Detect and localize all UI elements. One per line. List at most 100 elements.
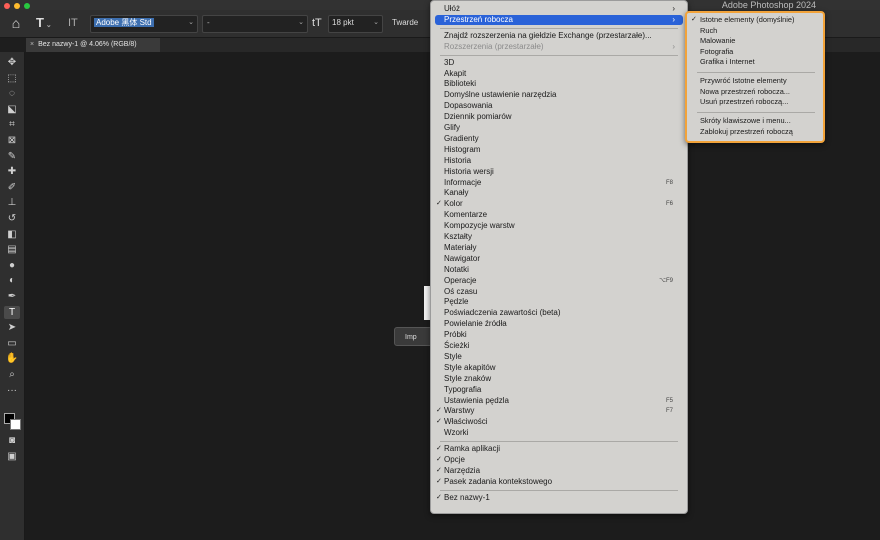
font-size-select[interactable]: 18 pkt ⌄ [328,15,383,33]
path-select-tool-icon[interactable]: ➤ [4,321,20,334]
healing-brush-tool-icon[interactable]: ✚ [4,165,20,178]
workspace-item-usun-przestrzen-robocza[interactable]: Usuń przestrzeń roboczą... [690,97,820,108]
brush-tool-icon[interactable]: ✐ [4,181,20,194]
rectangle-tool-icon[interactable]: ▭ [4,337,20,350]
gradient-tool-icon[interactable]: ▤ [4,243,20,256]
menu-item-nawigator[interactable]: Nawigator [435,254,683,265]
menu-item-pasek-zadania-kontekstowego[interactable]: ✓ Pasek zadania kontekstowego [435,477,683,488]
menu-item-bez-nazwy-1[interactable]: ✓ Bez nazwy-1 [435,493,683,504]
frame-tool-icon[interactable]: ⊠ [4,134,20,147]
menu-item-gradienty[interactable]: Gradienty [435,134,683,145]
minimize-window-button[interactable] [14,3,20,9]
marquee-tool-icon[interactable]: ⬚ [4,72,20,85]
menu-item-materia-y[interactable]: Materiały [435,243,683,254]
menu-item-style-znakow[interactable]: Style znaków [435,374,683,385]
menu-item-ramka-aplikacji[interactable]: ✓ Ramka aplikacji [435,444,683,455]
menu-item-3d[interactable]: 3D [435,58,683,69]
crop-tool-icon[interactable]: ⌗ [4,118,20,131]
menu-item-biblioteki[interactable]: Biblioteki [435,79,683,90]
menu-item-glify[interactable]: Glify [435,123,683,134]
menu-item-informacje[interactable]: Informacje F8 [435,178,683,189]
menu-item-komentarze[interactable]: Komentarze [435,210,683,221]
menu-item-domyslne-ustawienie-narzedzia[interactable]: Domyślne ustawienie narzędzia [435,90,683,101]
close-window-button[interactable] [4,3,10,9]
menu-item-ustawienia-pedzla[interactable]: Ustawienia pędzla F5 [435,396,683,407]
font-style-select[interactable]: - ⌄ [202,15,308,33]
menu-item-akapit[interactable]: Akapit [435,69,683,80]
menu-item-warstwy[interactable]: ✓ Warstwy F7 [435,406,683,417]
close-tab-icon[interactable]: × [30,41,34,48]
workspace-item-ruch[interactable]: Ruch [690,26,820,37]
menu-item-label: Wzorki [444,428,469,438]
type-tool-preset-icon[interactable]: T ⌄ [36,15,58,31]
zoom-tool-icon[interactable]: ⌕ [4,368,20,381]
menu-item-przestrzen-robocza[interactable]: Przestrzeń robocza › [435,14,683,26]
menu-item-historia[interactable]: Historia [435,156,683,167]
font-family-select[interactable]: Adobe 黑体 Std ⌄ [90,15,198,33]
menu-item-u-oz[interactable]: Ułóż › [435,4,683,15]
menu-item-notatki[interactable]: Notatki [435,265,683,276]
workspace-item-grafika-i-internet[interactable]: Grafika i Internet [690,57,820,68]
quick-mask-icon[interactable]: ◙ [4,434,20,447]
menu-item-label: Przestrzeń robocza [444,14,513,24]
menu-item-kana-y[interactable]: Kanały [435,188,683,199]
checkmark-icon: ✓ [436,456,442,463]
menu-item-powielanie-zrod-a[interactable]: Powielanie źródła [435,319,683,330]
screen-mode-icon[interactable]: ▣ [4,450,20,463]
workspace-item-label: Nowa przestrzeń robocza... [700,86,790,96]
menu-item-shortcut: F8 [665,179,673,186]
workspace-item-fotografia[interactable]: Fotografia [690,47,820,58]
background-color-swatch[interactable] [10,419,21,430]
workspace-item-malowanie[interactable]: Malowanie [690,36,820,47]
zoom-window-button[interactable] [24,3,30,9]
workspace-item-nowa-przestrzen-robocza[interactable]: Nowa przestrzeń robocza... [690,87,820,98]
menu-item-narzedzia[interactable]: ✓ Narzędzia [435,466,683,477]
menu-item-historia-wersji[interactable]: Historia wersji [435,167,683,178]
menu-item-label: Ustawienia pędzla [444,395,509,405]
menu-item-kszta-ty[interactable]: Kształty [435,232,683,243]
menu-item-dziennik-pomiarow[interactable]: Dziennik pomiarów [435,112,683,123]
menu-item-kolor[interactable]: ✓ Kolor F6 [435,199,683,210]
menu-item-dopasowania[interactable]: Dopasowania [435,101,683,112]
menu-item-operacje[interactable]: Operacje ⌥F9 [435,276,683,287]
workspace-item-przywroc-istotne-elementy[interactable]: Przywróć Istotne elementy [690,76,820,87]
menu-item-style[interactable]: Style [435,352,683,363]
hand-tool-icon[interactable]: ✋ [4,352,20,365]
lasso-tool-icon[interactable]: ◌ [4,87,20,100]
clone-stamp-tool-icon[interactable]: ⊥ [4,196,20,209]
menu-item-shortcut: F7 [665,408,673,415]
menu-item-znajdz-rozszerzenia-na-gie-dzie-exchange-przestarza-e[interactable]: Znajdź rozszerzenia na giełdzie Exchange… [435,31,683,42]
object-select-tool-icon[interactable]: ⬕ [4,103,20,116]
text-orientation-icon[interactable]: IT [68,15,82,31]
more-tools-icon[interactable]: ··· [4,384,20,397]
home-icon[interactable]: ⌂ [6,15,26,31]
menu-item-probki[interactable]: Próbki [435,330,683,341]
menu-item-pedzle[interactable]: Pędzle [435,297,683,308]
menu-item-w-asciwosci[interactable]: ✓ Właściwości [435,417,683,428]
menu-item-kompozycje-warstw[interactable]: Kompozycje warstw [435,221,683,232]
menu-item-opcje[interactable]: ✓ Opcje [435,455,683,466]
menu-item-typografia[interactable]: Typografia [435,385,683,396]
blur-tool-icon[interactable]: ● [4,259,20,272]
menu-item-style-akapitow[interactable]: Style akapitów [435,363,683,374]
antialias-select[interactable]: Twarde [392,15,426,31]
menu-item-os-czasu[interactable]: Oś czasu [435,287,683,298]
move-tool-icon[interactable]: ✥ [4,56,20,69]
workspace-item-istotne-elementy-domyslnie[interactable]: ✓ Istotne elementy (domyślnie) [690,15,820,26]
contextual-task-bar[interactable]: Imp [394,327,434,346]
menu-item-wzorki[interactable]: Wzorki [435,428,683,439]
eyedropper-tool-icon[interactable]: ✎ [4,150,20,163]
menu-item-poswiadczenia-zawartosci-beta[interactable]: Poświadczenia zawartości (beta) [435,308,683,319]
type-tool-icon[interactable]: T [4,305,20,319]
menu-item-histogram[interactable]: Histogram [435,145,683,156]
workspace-item-zablokuj-przestrzen-robocza[interactable]: Zablokuj przestrzeń roboczą [690,127,820,138]
document-tab-title: Bez nazwy-1 @ 4.06% (RGB/8) [38,41,137,48]
eraser-tool-icon[interactable]: ◧ [4,228,20,241]
dodge-tool-icon[interactable]: ◐ [4,274,20,287]
menu-item-label: Dopasowania [444,101,493,111]
document-tab[interactable]: × Bez nazwy-1 @ 4.06% (RGB/8) [26,38,160,52]
history-brush-tool-icon[interactable]: ↺ [4,212,20,225]
pen-tool-icon[interactable]: ✒ [4,290,20,303]
menu-item-sciezki[interactable]: Ścieżki [435,341,683,352]
workspace-item-skroty-klawiszowe-i-menu[interactable]: Skróty klawiszowe i menu... [690,116,820,127]
